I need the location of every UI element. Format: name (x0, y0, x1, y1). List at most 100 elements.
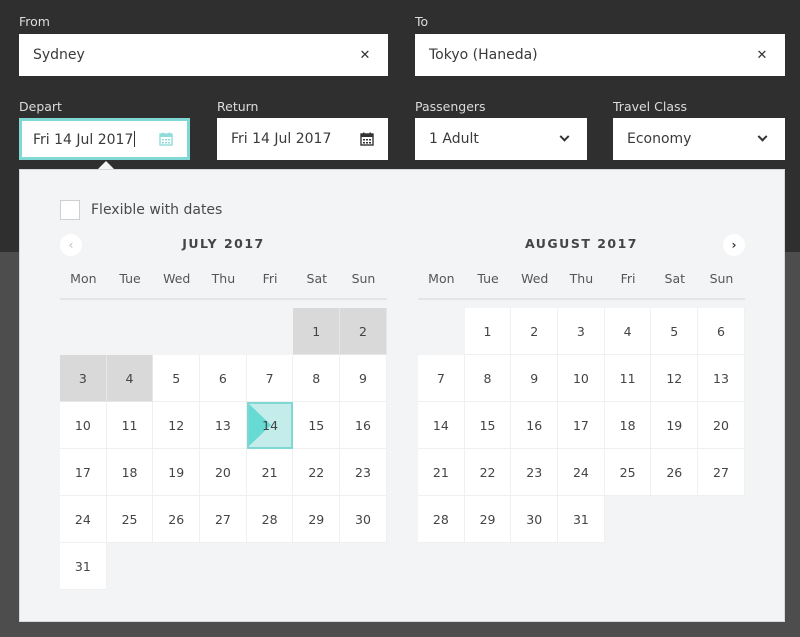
day-cell[interactable]: 25 (106, 496, 154, 543)
day-cell-selected[interactable]: 14 (246, 402, 294, 449)
day-cell[interactable]: 31 (60, 543, 107, 590)
day-cell[interactable]: 19 (153, 449, 201, 496)
day-cell[interactable]: 23 (511, 449, 559, 496)
day-cell[interactable]: 2 (511, 308, 559, 355)
day-number: 10 (74, 417, 91, 433)
day-number: 16 (526, 417, 543, 433)
from-field[interactable]: Sydney ✕ (19, 34, 388, 76)
day-number: 17 (572, 417, 589, 433)
day-number: 5 (670, 323, 679, 339)
day-number: 10 (572, 370, 589, 386)
day-cell[interactable]: 20 (698, 402, 745, 449)
day-cell[interactable]: 6 (200, 355, 247, 402)
day-cell[interactable]: 10 (558, 355, 605, 402)
day-cell[interactable]: 16 (340, 402, 387, 449)
day-cell[interactable]: 14 (418, 402, 465, 449)
day-number: 20 (214, 464, 231, 480)
empty-day-cell (153, 308, 200, 355)
day-cell-disabled: 3 (60, 355, 107, 402)
text-cursor (134, 130, 136, 147)
day-cell[interactable]: 24 (60, 496, 107, 543)
empty-day-cell (200, 308, 247, 355)
weekday-label: Wed (521, 271, 549, 286)
weekday-label: Thu (211, 271, 236, 286)
day-number: 7 (436, 370, 445, 386)
day-cell[interactable]: 13 (698, 355, 745, 402)
depart-date-field[interactable]: Fri 14 Jul 2017 (19, 118, 190, 160)
flexible-dates-checkbox[interactable] (60, 200, 80, 220)
day-cell[interactable]: 9 (511, 355, 559, 402)
day-cell[interactable]: 18 (106, 449, 154, 496)
weekday-label: Tue (477, 271, 499, 286)
day-cell[interactable]: 19 (651, 402, 699, 449)
day-cell[interactable]: 31 (558, 496, 605, 543)
next-month-button[interactable]: › (723, 234, 745, 256)
day-cell[interactable]: 13 (200, 402, 247, 449)
close-icon[interactable]: ✕ (755, 48, 769, 63)
day-cell[interactable]: 21 (418, 449, 465, 496)
day-cell[interactable]: 17 (60, 449, 107, 496)
weekday-label: Sun (709, 271, 734, 286)
day-number: 24 (572, 464, 589, 480)
day-cell[interactable]: 25 (604, 449, 652, 496)
day-number: 29 (479, 511, 496, 527)
day-cell-disabled: 4 (106, 355, 154, 402)
day-cell[interactable]: 22 (464, 449, 512, 496)
day-cell[interactable]: 5 (153, 355, 201, 402)
day-cell[interactable]: 23 (340, 449, 387, 496)
day-cell[interactable]: 15 (293, 402, 341, 449)
flexible-dates-option[interactable]: Flexible with dates (60, 200, 222, 220)
day-cell[interactable]: 9 (340, 355, 387, 402)
day-cell[interactable]: 4 (604, 308, 652, 355)
return-value: Fri 14 Jul 2017 (231, 131, 332, 147)
day-cell-disabled: 1 (293, 308, 341, 355)
day-cell[interactable]: 20 (200, 449, 247, 496)
day-cell[interactable]: 30 (340, 496, 387, 543)
day-cell[interactable]: 6 (698, 308, 745, 355)
day-cell[interactable]: 26 (651, 449, 699, 496)
day-cell[interactable]: 7 (418, 355, 465, 402)
prev-month-button[interactable]: ‹ (60, 234, 82, 256)
return-date-field[interactable]: Fri 14 Jul 2017 (217, 118, 388, 160)
travel-class-select[interactable]: Economy (613, 118, 785, 160)
day-cell[interactable]: 28 (418, 496, 465, 543)
day-cell[interactable]: 26 (153, 496, 201, 543)
day-cell[interactable]: 29 (464, 496, 512, 543)
day-cell[interactable]: 1 (464, 308, 512, 355)
day-cell[interactable]: 27 (698, 449, 745, 496)
day-cell[interactable]: 10 (60, 402, 107, 449)
day-cell[interactable]: 28 (246, 496, 294, 543)
calendar-icon[interactable] (360, 132, 374, 146)
day-cell[interactable]: 29 (293, 496, 341, 543)
day-cell[interactable]: 5 (651, 308, 699, 355)
calendar-icon[interactable] (159, 132, 173, 146)
to-field[interactable]: Tokyo (Haneda) ✕ (415, 34, 785, 76)
day-cell[interactable]: 8 (293, 355, 341, 402)
day-number: 25 (619, 464, 636, 480)
day-cell[interactable]: 3 (558, 308, 605, 355)
day-number: 2 (358, 323, 367, 339)
chevron-right-icon: › (731, 238, 737, 252)
day-cell[interactable]: 21 (246, 449, 294, 496)
day-number: 11 (619, 370, 636, 386)
day-cell[interactable]: 22 (293, 449, 341, 496)
day-cell[interactable]: 17 (558, 402, 605, 449)
day-cell[interactable]: 18 (604, 402, 652, 449)
day-cell[interactable]: 11 (604, 355, 652, 402)
day-cell[interactable]: 7 (246, 355, 294, 402)
day-number: 19 (168, 464, 185, 480)
day-cell[interactable]: 30 (511, 496, 559, 543)
day-cell[interactable]: 12 (153, 402, 201, 449)
day-cell[interactable]: 24 (558, 449, 605, 496)
day-cell[interactable]: 27 (200, 496, 247, 543)
day-cell[interactable]: 12 (651, 355, 699, 402)
day-cell[interactable]: 16 (511, 402, 559, 449)
day-number: 16 (355, 417, 371, 433)
day-cell[interactable]: 15 (464, 402, 512, 449)
passengers-select[interactable]: 1 Adult (415, 118, 587, 160)
day-cell[interactable]: 8 (464, 355, 512, 402)
day-number: 13 (713, 370, 729, 386)
travel-class-label: Travel Class (613, 99, 688, 114)
close-icon[interactable]: ✕ (358, 48, 372, 63)
day-cell[interactable]: 11 (106, 402, 154, 449)
